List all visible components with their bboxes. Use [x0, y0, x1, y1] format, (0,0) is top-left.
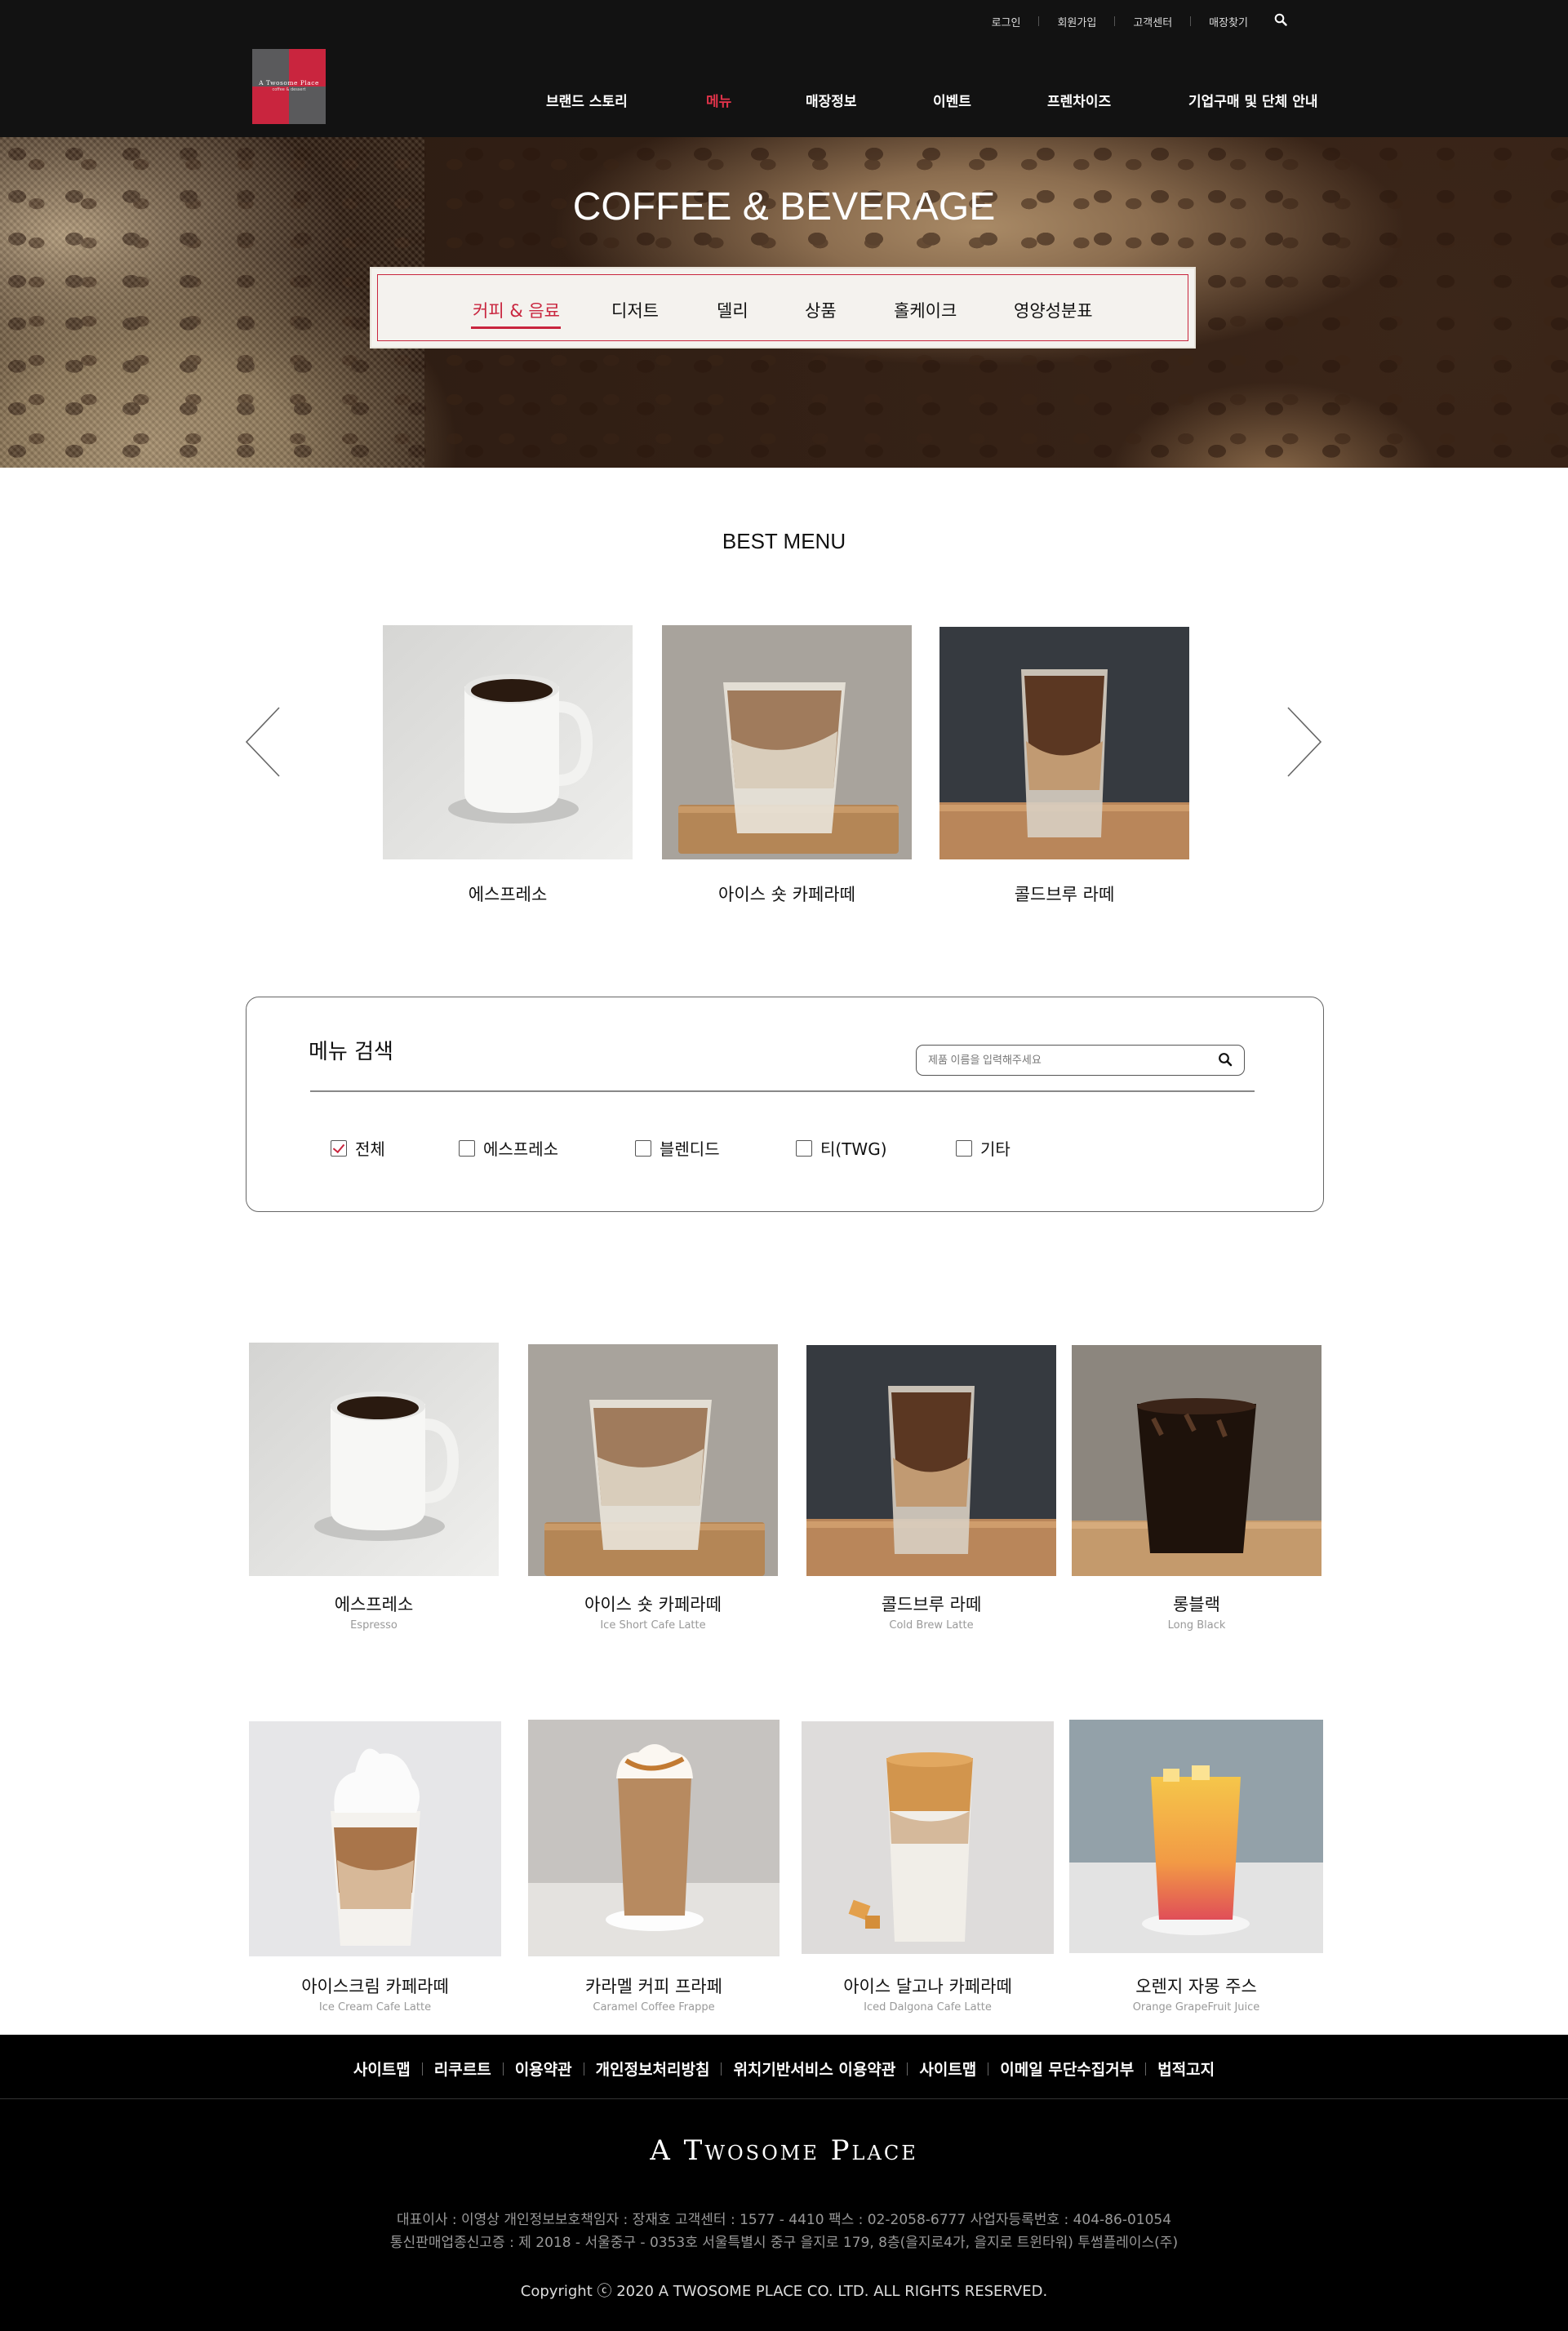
- filter-label: 기타: [980, 1139, 1011, 1159]
- product-name[interactable]: 아이스 숏 카페라떼: [528, 1592, 778, 1616]
- best-menu-image-cold-brew-latte[interactable]: [939, 627, 1189, 859]
- checkbox[interactable]: [459, 1139, 475, 1157]
- utility-nav: 로그인 회원가입 고객센터 매장찾기: [974, 13, 1287, 29]
- search-icon[interactable]: [1274, 13, 1287, 29]
- site-header: 로그인 회원가입 고객센터 매장찾기 A Twosome Place coffe…: [0, 0, 1568, 137]
- logo-wordmark: A Twosome Place: [259, 79, 319, 87]
- checkbox-checked[interactable]: [331, 1139, 347, 1157]
- product-name[interactable]: 카라멜 커피 프라페: [528, 1974, 780, 1998]
- footer-link-location-terms[interactable]: 위치기반서비스 이용약관: [722, 2058, 907, 2080]
- search-icon[interactable]: [1218, 1052, 1233, 1070]
- tab-nutrition[interactable]: 영양성분표: [1014, 298, 1093, 322]
- product-name[interactable]: 에스프레소: [249, 1592, 499, 1616]
- best-menu-caption: 콜드브루 라떼: [1014, 885, 1115, 904]
- product-image-espresso[interactable]: [249, 1343, 499, 1576]
- tab-coffee-beverage[interactable]: 커피 & 음료: [473, 298, 560, 322]
- chevron-left-icon[interactable]: [243, 704, 282, 779]
- product-english-name: Cold Brew Latte: [889, 1619, 974, 1632]
- menu-search-panel: 메뉴 검색 전체 에스프레소 블렌디드 티(TWG) 기타: [246, 997, 1324, 1212]
- nav-corporate[interactable]: 기업구매 및 단체 안내: [1188, 90, 1318, 110]
- product-image-long-black[interactable]: [1072, 1345, 1321, 1576]
- nav-event[interactable]: 이벤트: [933, 90, 971, 110]
- search-title: 메뉴 검색: [309, 1040, 393, 1064]
- product-english-name: Espresso: [350, 1619, 398, 1632]
- checkbox[interactable]: [635, 1139, 651, 1157]
- tab-goods[interactable]: 상품: [805, 298, 837, 322]
- checkbox[interactable]: [956, 1139, 972, 1157]
- store-finder-link[interactable]: 매장찾기: [1191, 14, 1266, 29]
- footer-link-recruit[interactable]: 리쿠르트: [423, 2058, 503, 2080]
- nav-menu[interactable]: 메뉴: [706, 90, 731, 110]
- product-name[interactable]: 아이스 달고나 카페라떼: [802, 1974, 1054, 1998]
- footer-link-sitemap-2[interactable]: 사이트맵: [908, 2058, 988, 2080]
- footer-links: 사이트맵 리쿠르트 이용약관 개인정보처리방침 위치기반서비스 이용약관 사이트…: [0, 2058, 1568, 2080]
- best-menu-image-espresso[interactable]: [383, 625, 633, 859]
- footer-link-sitemap[interactable]: 사이트맵: [342, 2058, 422, 2080]
- search-box: [916, 1045, 1245, 1076]
- footer-link-terms[interactable]: 이용약관: [504, 2058, 584, 2080]
- product-image-ice-cream-latte[interactable]: [249, 1721, 501, 1956]
- tab-dessert[interactable]: 디저트: [611, 298, 659, 322]
- checkbox[interactable]: [796, 1139, 812, 1157]
- product-english-name: Ice Cream Cafe Latte: [318, 2001, 432, 2014]
- search-input[interactable]: [928, 1046, 1197, 1074]
- product-name[interactable]: 롱블랙: [1072, 1592, 1321, 1616]
- tab-whole-cake[interactable]: 홀케이크: [894, 298, 957, 322]
- tab-deli[interactable]: 델리: [717, 298, 748, 322]
- product-image-dalgona-latte[interactable]: [802, 1721, 1054, 1954]
- category-tabs: 커피 & 음료 디저트 델리 상품 홀케이크 영양성분표: [370, 267, 1196, 349]
- filter-all[interactable]: 전체: [331, 1136, 385, 1160]
- best-menu-title: BEST MENU: [722, 529, 846, 553]
- main-nav: 브랜드 스토리 메뉴 매장정보 이벤트 프렌차이즈 기업구매 및 단체 안내: [0, 90, 1568, 114]
- footer-link-privacy[interactable]: 개인정보처리방침: [584, 2058, 722, 2080]
- product-image-orange-grapefruit-juice[interactable]: [1069, 1720, 1323, 1953]
- product-english-name: Long Black: [1167, 1619, 1226, 1632]
- nav-franchise[interactable]: 프렌차이즈: [1047, 90, 1111, 110]
- filter-tea[interactable]: 티(TWG): [796, 1136, 887, 1160]
- filter-espresso[interactable]: 에스프레소: [459, 1136, 558, 1160]
- product-image-caramel-frappe[interactable]: [528, 1720, 780, 1956]
- product-english-name: Iced Dalgona Cafe Latte: [864, 2001, 992, 2014]
- footer-link-email-refusal[interactable]: 이메일 무단수집거부: [988, 2058, 1145, 2080]
- signup-link[interactable]: 회원가입: [1039, 14, 1114, 29]
- company-address: 통신판매업종신고증 : 제 2018 - 서울중구 - 0353호 서울특별시 …: [389, 2235, 1179, 2251]
- customer-center-link[interactable]: 고객센터: [1115, 14, 1190, 29]
- footer-logo: A Twosome Place: [650, 2134, 918, 2167]
- site-footer: 사이트맵 리쿠르트 이용약관 개인정보처리방침 위치기반서비스 이용약관 사이트…: [0, 2035, 1568, 2331]
- filter-blended[interactable]: 블렌디드: [635, 1136, 720, 1160]
- best-menu-caption: 아이스 숏 카페라떼: [718, 885, 855, 904]
- copyright: Copyright ⓒ 2020 A TWOSOME PLACE CO. LTD…: [520, 2283, 1048, 2300]
- best-menu-caption: 에스프레소: [468, 885, 548, 904]
- page-title: COFFEE & BEVERAGE: [572, 185, 996, 229]
- filter-label: 에스프레소: [483, 1139, 558, 1159]
- divider: [0, 2098, 1568, 2099]
- product-name[interactable]: 아이스크림 카페라떼: [249, 1974, 501, 1998]
- company-info: 대표이사 : 이영상 개인정보보호책임자 : 장재호 고객센터 : 1577 -…: [396, 2212, 1172, 2228]
- filter-label: 티(TWG): [820, 1139, 887, 1159]
- product-english-name: Caramel Coffee Frappe: [593, 2001, 715, 2014]
- footer-link-legal[interactable]: 법적고지: [1146, 2058, 1226, 2080]
- product-english-name: Ice Short Cafe Latte: [600, 1619, 706, 1632]
- best-menu-image-ice-short-latte[interactable]: [662, 625, 912, 859]
- product-english-name: Orange GrapeFruit Juice: [1132, 2001, 1260, 2014]
- filter-label: 블렌디드: [660, 1139, 720, 1159]
- nav-store-info[interactable]: 매장정보: [806, 90, 857, 110]
- chevron-right-icon[interactable]: [1285, 704, 1324, 779]
- active-tab-underline: [471, 326, 561, 329]
- filter-etc[interactable]: 기타: [956, 1136, 1011, 1160]
- product-image-cold-brew-latte[interactable]: [806, 1345, 1056, 1576]
- filter-label: 전체: [355, 1139, 385, 1159]
- divider: [310, 1090, 1255, 1092]
- product-image-ice-short-latte[interactable]: [528, 1344, 778, 1576]
- product-name[interactable]: 오렌지 자몽 주스: [1069, 1974, 1323, 1998]
- login-link[interactable]: 로그인: [974, 14, 1039, 29]
- nav-brand-story[interactable]: 브랜드 스토리: [546, 90, 628, 110]
- product-name[interactable]: 콜드브루 라떼: [806, 1592, 1056, 1616]
